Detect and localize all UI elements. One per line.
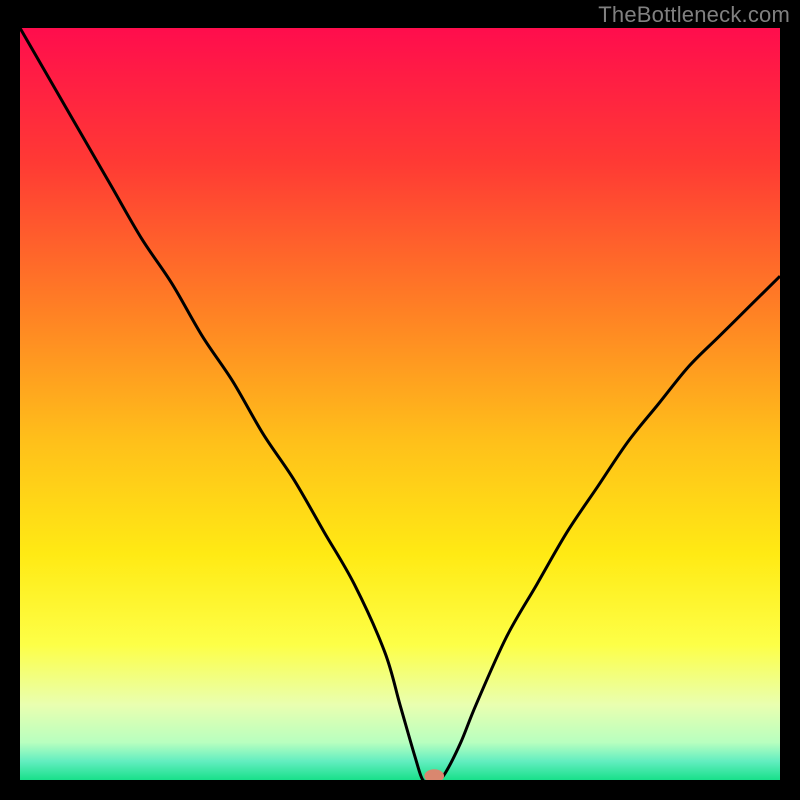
chart-svg [20, 28, 780, 780]
bottleneck-plot [20, 28, 780, 780]
chart-frame: TheBottleneck.com [0, 0, 800, 800]
gradient-background [20, 28, 780, 780]
watermark-text: TheBottleneck.com [598, 2, 790, 28]
